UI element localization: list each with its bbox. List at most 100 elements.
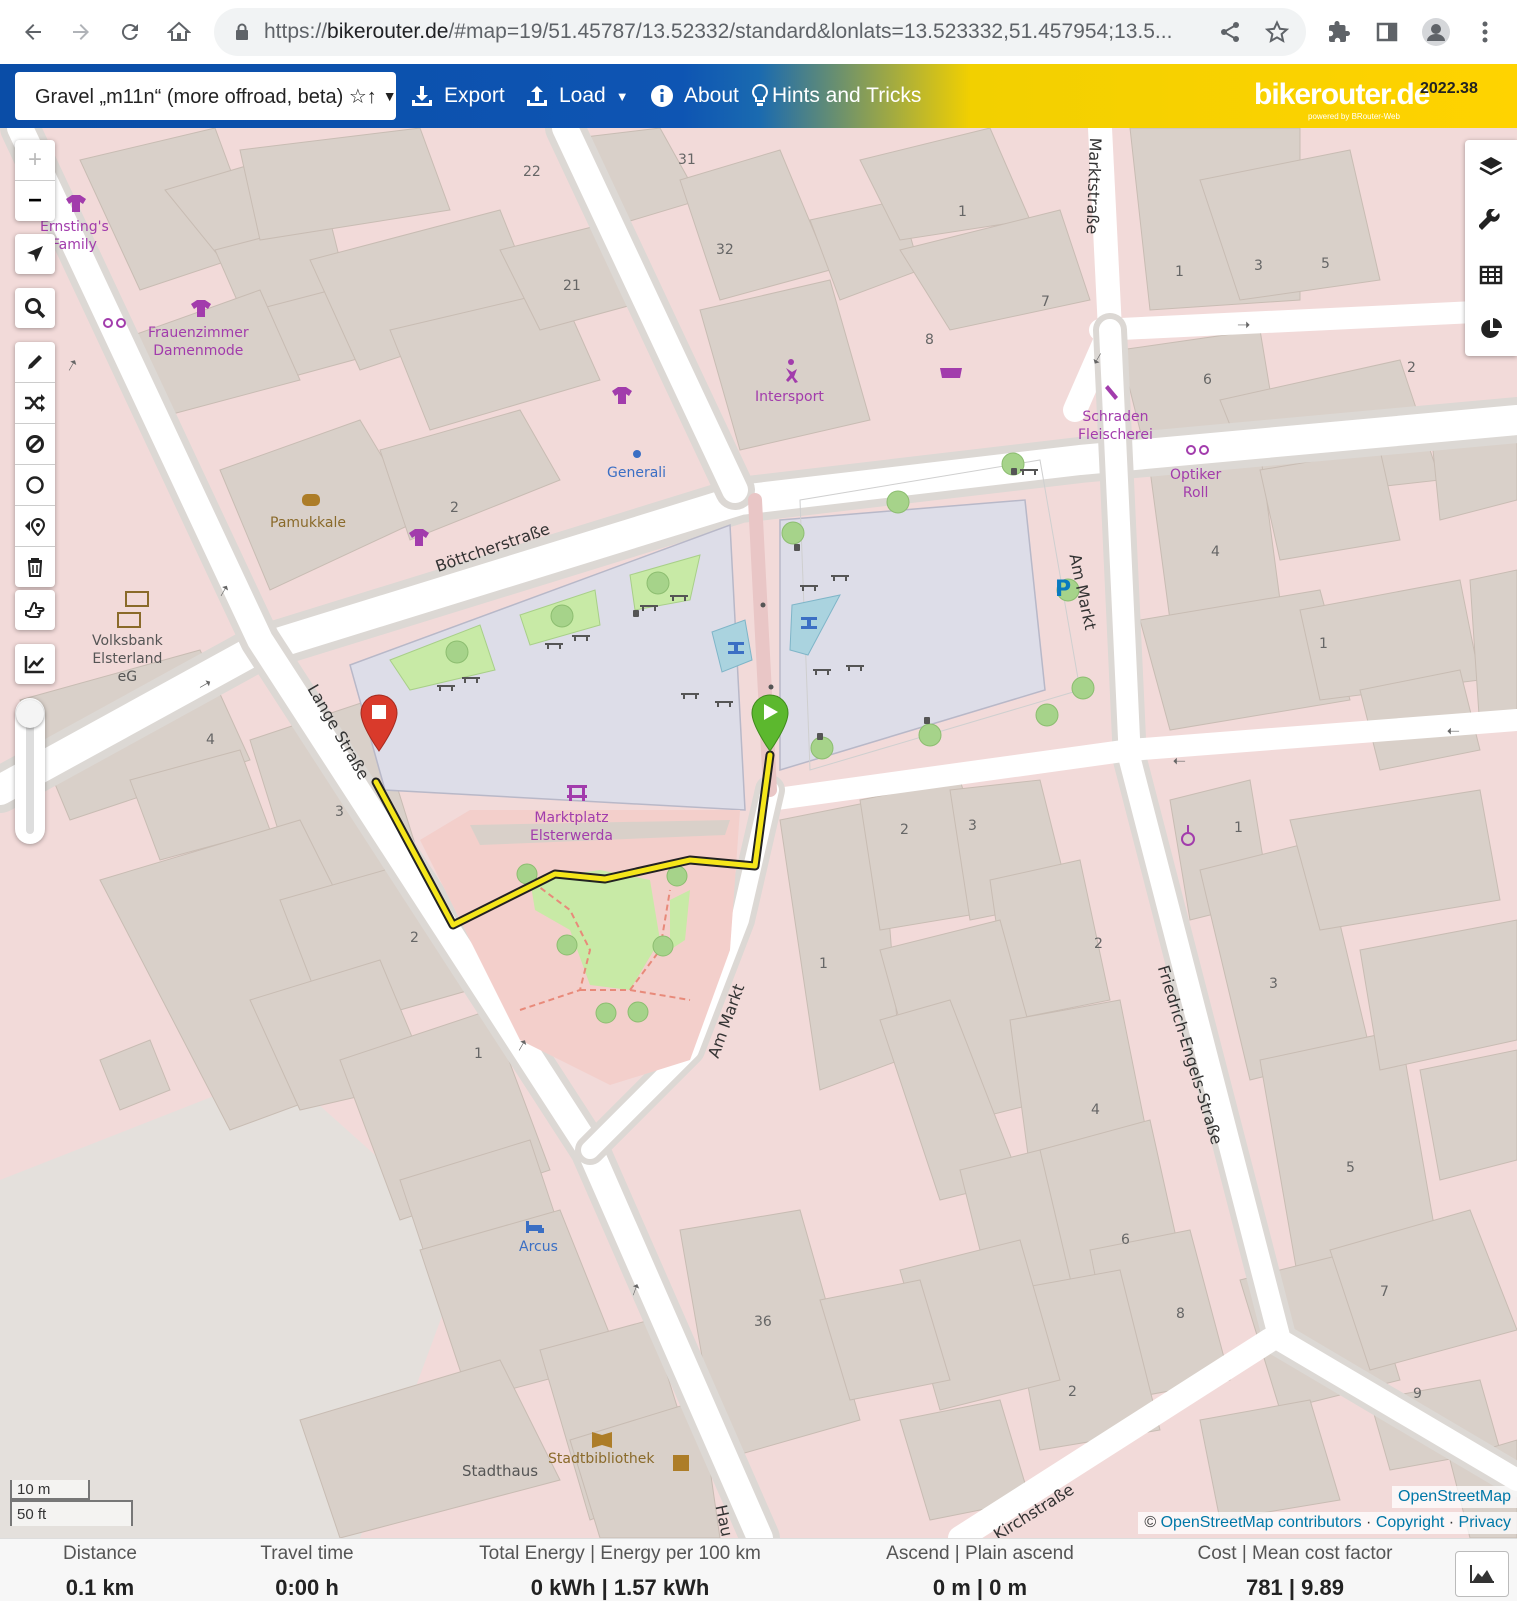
stat-energy-label: Total Energy | Energy per 100 km <box>479 1543 761 1564</box>
caret-down-icon: ▼ <box>615 88 629 104</box>
opacity-slider-handle[interactable] <box>16 700 44 728</box>
sidepanel-icon[interactable] <box>1369 14 1405 50</box>
housenumber: 2 <box>1407 360 1416 376</box>
stat-ascend-label: Ascend | Plain ascend <box>886 1543 1074 1564</box>
circle-icon <box>26 476 44 494</box>
layers-icon <box>1479 157 1503 176</box>
sidebar-tabs <box>1465 140 1517 356</box>
pie-chart-icon <box>1481 318 1503 338</box>
housenumber: 3 <box>1254 258 1263 274</box>
table-button[interactable] <box>1465 248 1517 302</box>
route-end-marker[interactable] <box>359 694 399 757</box>
osm-contributors-link[interactable]: OpenStreetMap contributors <box>1161 1514 1362 1531</box>
home-icon[interactable] <box>161 14 197 50</box>
trash-icon <box>27 558 43 577</box>
reload-icon[interactable] <box>112 14 148 50</box>
locate-button[interactable] <box>15 234 55 274</box>
zoom-in-button[interactable]: + <box>15 140 55 181</box>
housenumber: 9 <box>1413 1386 1422 1402</box>
housenumber: 6 <box>1121 1232 1130 1248</box>
address-bar[interactable]: https://bikerouter.de/#map=19/51.45787/1… <box>214 8 1306 56</box>
delete-route-button[interactable] <box>15 547 55 587</box>
poi-label-stadtbibliothek: Stadtbibliothek <box>548 1451 655 1467</box>
map-view[interactable]: ➝ ➝ ➝ ➝ ➝ ➝ ➝ ➝ ➝ P Böttcherstraße Lange… <box>0 128 1517 1538</box>
hand-pointer-button[interactable] <box>15 590 55 630</box>
brand-logo[interactable]: bikerouter.de powered by BRouter-Web <box>1254 78 1430 121</box>
share-icon[interactable] <box>1212 14 1248 50</box>
brand-subtitle: powered by BRouter-Web <box>1308 112 1400 121</box>
stat-energy-value: 0 kWh | 1.57 kWh <box>530 1575 710 1600</box>
stat-cost: Cost | Mean cost factor 781 | 9.89 <box>1190 1543 1400 1601</box>
shuffle-icon <box>25 394 45 412</box>
hints-button[interactable]: Hints and Tricks <box>752 78 921 114</box>
circle-tool-button[interactable] <box>15 465 55 506</box>
zoom-out-button[interactable]: − <box>15 181 55 221</box>
housenumber: 3 <box>1269 976 1278 992</box>
analysis-button[interactable] <box>1465 302 1517 356</box>
layers-button[interactable] <box>1465 140 1517 194</box>
elevation-chart-button[interactable] <box>15 644 55 684</box>
stat-travel-label: Travel time <box>260 1543 354 1564</box>
privacy-link[interactable]: Privacy <box>1459 1514 1511 1531</box>
route-start-marker[interactable] <box>750 694 790 757</box>
elevation-toggle-button[interactable] <box>1455 1551 1509 1597</box>
street-label-marktstrasse: Marktstraße <box>1082 137 1105 235</box>
opacity-slider[interactable] <box>15 698 45 844</box>
hints-label: Hints and Tricks <box>772 84 922 107</box>
elevation-control <box>15 644 55 684</box>
export-button[interactable]: Export <box>410 78 505 114</box>
stat-distance: Distance 0.1 km <box>40 1543 160 1601</box>
housenumber: 5 <box>1346 1160 1355 1176</box>
map-scale: 10 m 50 ft <box>10 1480 133 1526</box>
osm-layer-link[interactable]: OpenStreetMap <box>1392 1486 1517 1508</box>
settings-button[interactable] <box>1465 194 1517 248</box>
housenumber: 4 <box>1211 544 1220 560</box>
housenumber: 2 <box>900 822 909 838</box>
url-text[interactable]: https://bikerouter.de/#map=19/51.45787/1… <box>264 20 1204 44</box>
location-arrow-icon <box>27 246 43 262</box>
svg-text:P: P <box>1055 577 1071 602</box>
no-go-icon <box>26 435 44 453</box>
extensions-puzzle-icon[interactable] <box>1321 14 1357 50</box>
line-chart-icon <box>24 656 44 674</box>
poi-label-generali: Generali <box>607 465 667 481</box>
routing-profile-label: Gravel „m11n“ (more offroad, beta) ☆↑ <box>35 85 377 108</box>
stat-travel-value: 0:00 h <box>275 1575 339 1600</box>
separator: · <box>1366 1514 1372 1531</box>
forward-icon[interactable] <box>63 14 99 50</box>
draw-route-button[interactable] <box>15 342 55 383</box>
copyright-link[interactable]: Copyright <box>1376 1514 1444 1531</box>
download-icon <box>410 84 434 108</box>
load-button[interactable]: Load ▼ <box>525 78 629 114</box>
about-button[interactable]: About <box>650 78 739 114</box>
svg-text:➝: ➝ <box>1173 752 1186 771</box>
housenumber: 32 <box>716 242 734 258</box>
back-icon[interactable] <box>15 14 51 50</box>
search-button[interactable] <box>15 288 55 328</box>
svg-text:➝: ➝ <box>60 355 83 376</box>
marker-back-icon <box>25 518 46 536</box>
info-icon <box>650 84 674 108</box>
kebab-menu-icon[interactable] <box>1467 14 1503 50</box>
scale-imperial: 50 ft <box>10 1500 133 1526</box>
stat-ascend-value: 0 m | 0 m <box>932 1575 1028 1600</box>
star-icon[interactable] <box>1259 14 1295 50</box>
reverse-route-button[interactable] <box>15 383 55 424</box>
delete-last-point-button[interactable] <box>15 506 55 547</box>
stat-ascend: Ascend | Plain ascend 0 m | 0 m <box>880 1543 1080 1601</box>
routing-profile-select[interactable]: Gravel „m11n“ (more offroad, beta) ☆↑ ▼ <box>15 72 397 120</box>
housenumber: 22 <box>523 164 541 180</box>
housenumber: 8 <box>1176 1306 1185 1322</box>
wrench-icon <box>1479 209 1500 230</box>
stat-cost-value: 781 | 9.89 <box>1246 1575 1344 1600</box>
no-go-area-button[interactable] <box>15 424 55 465</box>
housenumber: 4 <box>1091 1102 1100 1118</box>
export-label: Export <box>444 84 505 107</box>
lock-icon[interactable] <box>232 23 252 41</box>
profile-avatar-icon[interactable] <box>1418 14 1454 50</box>
housenumber: 3 <box>968 818 977 834</box>
opacity-slider-track <box>26 716 34 834</box>
stat-distance-value: 0.1 km <box>65 1575 135 1600</box>
housenumber: 2 <box>1094 936 1103 952</box>
table-icon <box>1479 265 1503 285</box>
